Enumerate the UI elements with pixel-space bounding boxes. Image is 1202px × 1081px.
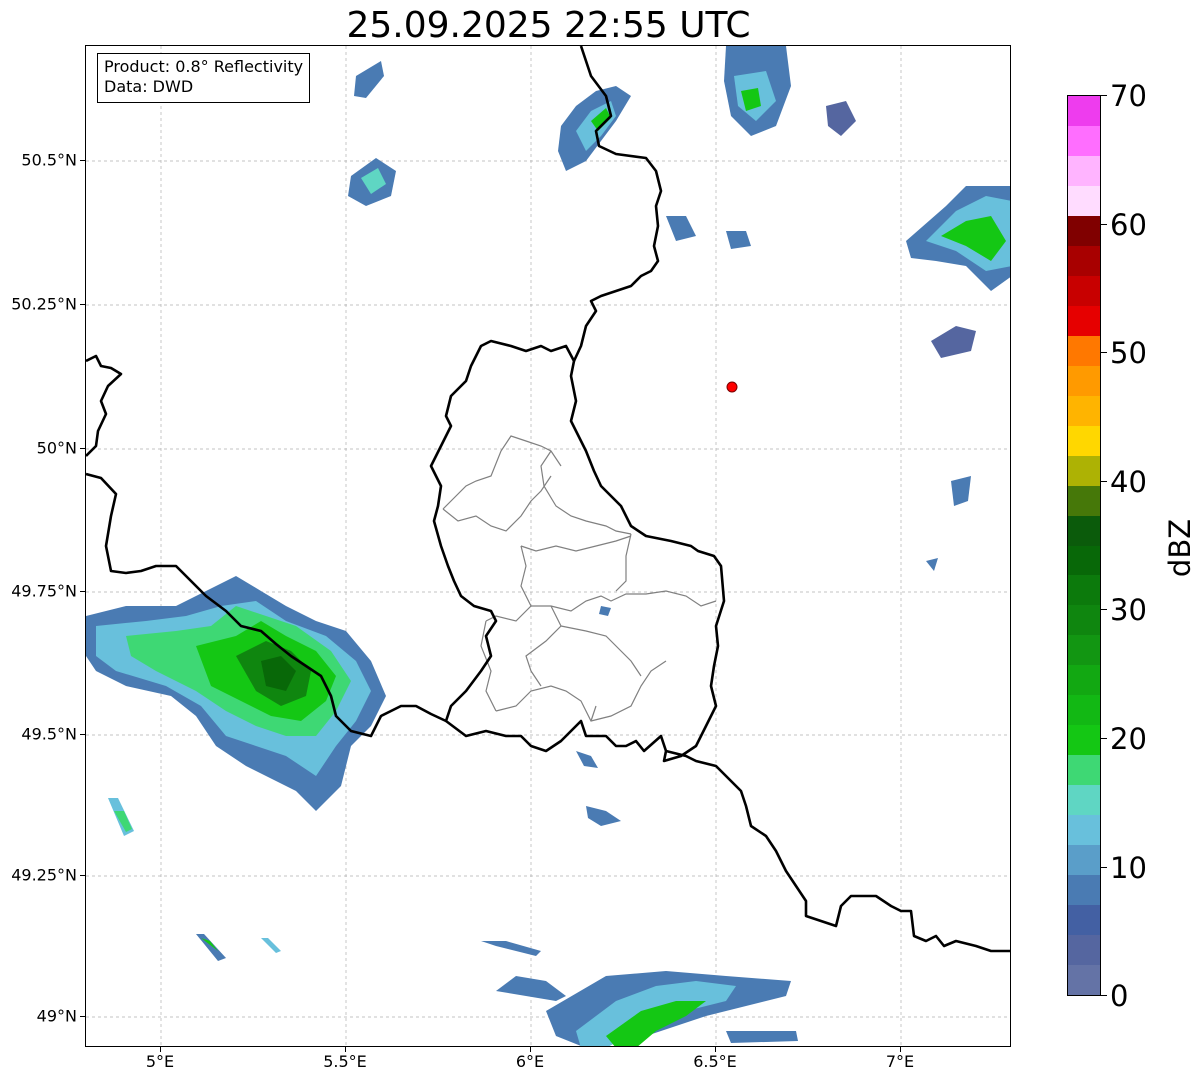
colorbar-tick-70 [1101,95,1107,96]
colorbar-segment [1068,634,1100,666]
colorbar-segment [1068,664,1100,696]
colorbar-segment [1068,754,1100,786]
lon-label-7E: 7°E [885,1052,915,1071]
colorbar-segment [1068,125,1100,156]
colorbar-segment [1068,784,1100,816]
tickmark-lat-2 [80,304,85,305]
canton-boundaries [442,435,717,722]
lon-label-6E: 6°E [515,1052,545,1071]
colorbar-segment [1068,694,1100,726]
echo-cell-east [906,186,1010,571]
border-south [665,749,1010,953]
colorbar-segment [1068,874,1100,906]
echo-cell-southwest [86,576,386,811]
colorbar-unit-label: dBZ [1163,518,1197,578]
colorbar-label-40: 40 [1110,465,1147,499]
colorbar-segment [1068,95,1100,126]
colorbar-segment [1068,455,1100,486]
colorbar-segment [1068,365,1100,396]
dbz-colorbar [1067,95,1101,996]
country-borders [86,46,1010,953]
colorbar-segment [1068,814,1100,846]
colorbar-label-0: 0 [1110,979,1129,1013]
lon-label-6.5E: 6.5°E [693,1052,737,1071]
map-canvas [86,46,1010,1046]
lat-label-49N: 49°N [36,1006,77,1026]
colorbar-label-70: 70 [1110,79,1147,113]
colorbar-label-50: 50 [1110,336,1147,370]
colorbar-tick-30 [1101,609,1107,610]
radar-map[interactable] [85,45,1011,1047]
colorbar-segment [1068,395,1100,426]
product-line: Product: 0.8° Reflectivity [104,57,304,76]
radar-site-marker [726,381,738,393]
lat-label-49.5N: 49.5°N [21,724,77,744]
colorbar-segment [1068,844,1100,876]
lat-label-49.75N: 49.75°N [11,581,77,601]
lat-label-50.5N: 50.5°N [21,150,77,170]
colorbar-segment [1068,155,1100,186]
colorbar-tick-20 [1101,738,1107,739]
colorbar-tick-0 [1101,995,1107,996]
colorbar-segment [1068,275,1100,306]
colorbar-tick-60 [1101,224,1107,225]
colorbar-segment [1068,425,1100,456]
colorbar-label-10: 10 [1110,851,1147,885]
colorbar-label-60: 60 [1110,208,1147,242]
colorbar-segment [1068,604,1100,636]
lat-label-50.25N: 50.25°N [11,294,77,314]
colorbar-segment [1068,185,1100,216]
lat-label-50N: 50°N [36,438,77,458]
lat-label-49.25N: 49.25°N [11,865,77,885]
tickmark-lat-6 [80,875,85,876]
tickmark-lat-5 [80,734,85,735]
colorbar-tick-50 [1101,352,1107,353]
colorbar-label-20: 20 [1110,722,1147,756]
tickmark-lat-4 [80,591,85,592]
colorbar-tick-10 [1101,867,1107,868]
colorbar-segment [1068,545,1100,576]
colorbar-label-30: 30 [1110,593,1147,627]
colorbar-segment [1068,904,1100,936]
colorbar-segment [1068,305,1100,336]
colorbar-segment [1068,964,1100,995]
tickmark-lat-1 [80,160,85,161]
border-nl [86,354,123,457]
lon-label-5E: 5°E [145,1052,175,1071]
colorbar-segment [1068,215,1100,246]
tickmark-lat-3 [80,448,85,449]
tickmark-lat-7 [80,1016,85,1017]
colorbar-segment [1068,515,1100,546]
product-info-box: Product: 0.8° Reflectivity Data: DWD [97,53,311,103]
data-source-line: Data: DWD [104,77,194,96]
map-title: 25.09.2025 22:55 UTC [346,5,751,46]
colorbar-segment [1068,574,1100,606]
colorbar-segment [1068,724,1100,756]
colorbar-segment [1068,335,1100,366]
colorbar-segment [1068,934,1100,966]
lon-label-5.5E: 5.5°E [323,1052,367,1071]
colorbar-segment [1068,245,1100,276]
colorbar-segment [1068,485,1100,516]
colorbar-tick-40 [1101,481,1107,482]
